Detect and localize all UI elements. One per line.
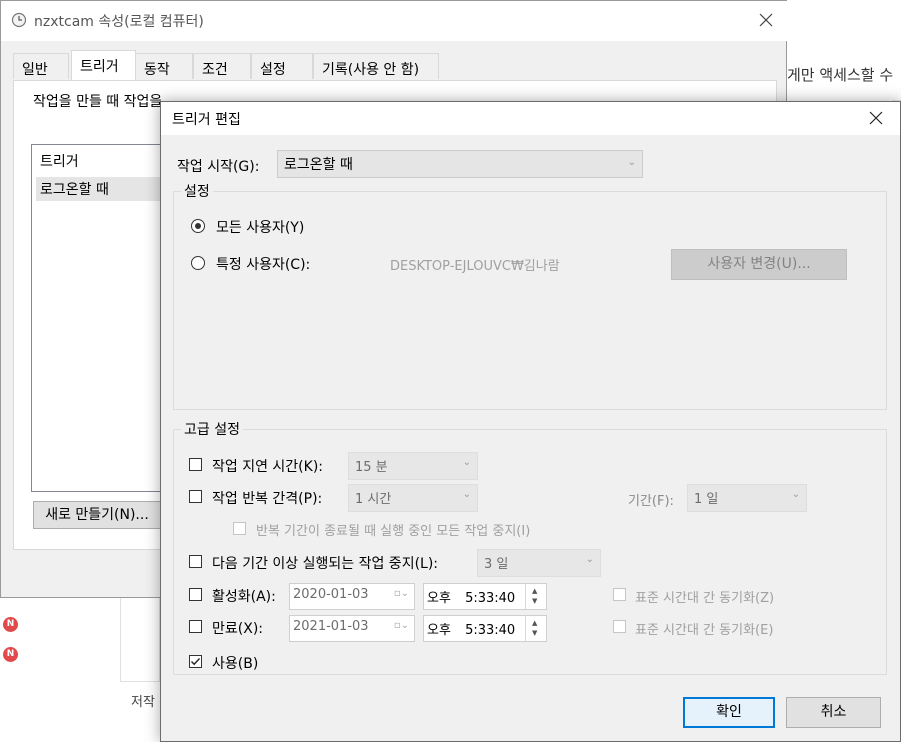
background-bottom-text: 저작 [131, 695, 155, 710]
chevron-down-icon: ⌄ [585, 554, 594, 565]
spin-down-icon: ▼ [532, 629, 538, 637]
stop-longer-value: 3 일 [484, 557, 509, 572]
ok-button[interactable]: 확인 [683, 697, 775, 728]
background-panel [120, 598, 160, 682]
triggers-description: 작업을 만들 때 작업을 트리거할 조건을 지정할 수 있습니다. [33, 94, 161, 110]
list-item[interactable]: 로그온할 때 [36, 177, 172, 201]
delay-value: 15 분 [355, 460, 388, 475]
any-user-label: 모든 사용자(Y) [216, 220, 305, 236]
edit-trigger-dialog: 트리거 편집 작업 시작(G): 로그온할 때 ⌄ 설정 모든 사용자(Y) 특… [160, 101, 901, 742]
close-icon[interactable] [758, 12, 774, 28]
expire-checkbox[interactable] [189, 620, 202, 633]
sync-expire-label: 표준 시간대 간 동기화(E) [635, 623, 774, 638]
advanced-group-label: 고급 설정 [181, 419, 243, 439]
duration-value: 1 일 [694, 492, 719, 507]
stop-running-label: 반복 기간이 종료될 때 실행 중인 모든 작업 중지(I) [256, 524, 531, 539]
clock-icon [11, 12, 27, 28]
trigger-list[interactable]: 트리거 로그온할 때 [31, 144, 177, 492]
activate-ampm: 오후 [427, 591, 451, 606]
activate-label: 활성화(A): [212, 589, 276, 605]
stop-longer-select[interactable]: 3 일 ⌄ [477, 549, 601, 577]
activate-date-value: 2020-01-03 [293, 587, 369, 602]
tab-settings[interactable]: 설정 [251, 53, 313, 79]
expire-ampm: 오후 [427, 623, 451, 638]
spin-up-icon: ▲ [532, 619, 538, 627]
repeat-checkbox[interactable] [189, 490, 202, 503]
activate-date-field[interactable]: 2020-01-03 ▫⌄ [289, 583, 415, 610]
sync-expire-checkbox[interactable] [613, 620, 626, 633]
activate-time-spinner[interactable]: ▲ ▼ [525, 584, 546, 609]
stop-running-checkbox[interactable] [233, 522, 246, 535]
sync-activate-label: 표준 시간대 간 동기화(Z) [635, 591, 775, 606]
repeat-select[interactable]: 1 시간 ⌄ [348, 484, 478, 512]
sync-activate-checkbox[interactable] [613, 588, 626, 601]
enabled-checkbox[interactable] [189, 655, 202, 668]
change-user-button[interactable]: 사용자 변경(U)... [671, 249, 847, 280]
delay-checkbox[interactable] [189, 458, 202, 471]
repeat-value: 1 시간 [355, 492, 392, 507]
expire-date-value: 2021-01-03 [293, 619, 369, 634]
tab-general[interactable]: 일반 [13, 53, 69, 79]
error-icon-2: N [3, 647, 18, 662]
expire-date-field[interactable]: 2021-01-03 ▫⌄ [289, 615, 415, 642]
background-right-text: 게만 액세스할 수 [787, 66, 894, 84]
specific-user-radio[interactable] [191, 256, 205, 270]
activate-time: 5:33:40 [465, 591, 516, 606]
any-user-radio[interactable] [191, 219, 205, 233]
settings-group-label: 설정 [181, 181, 213, 201]
expire-time: 5:33:40 [465, 623, 516, 638]
tab-actions[interactable]: 동작 [135, 53, 193, 79]
dialog-titlebar: 트리거 편집 [161, 102, 900, 135]
chevron-down-icon: ⌄ [627, 157, 636, 168]
error-icon-1: N [3, 617, 18, 632]
activate-time-field[interactable]: 오후 5:33:40 ▲ ▼ [423, 583, 547, 610]
properties-titlebar: nzxtcam 속성(로컬 컴퓨터) [1, 1, 788, 41]
expire-label: 만료(X): [212, 621, 263, 637]
chevron-down-icon: ⌄ [462, 489, 471, 500]
cancel-button[interactable]: 취소 [786, 697, 881, 728]
calendar-icon: ▫⌄ [393, 620, 409, 631]
delay-label: 작업 지연 시간(K): [212, 459, 324, 475]
calendar-icon: ▫⌄ [393, 588, 409, 599]
activate-checkbox[interactable] [189, 588, 202, 601]
begin-task-label: 작업 시작(G): [177, 159, 260, 175]
spin-up-icon: ▲ [532, 587, 538, 595]
chevron-down-icon: ⌄ [791, 489, 800, 500]
specific-user-value: DESKTOP-EJLOUVC₩김나람 [390, 259, 560, 274]
duration-label: 기간(F): [628, 494, 674, 509]
duration-select[interactable]: 1 일 ⌄ [687, 484, 807, 512]
expire-time-spinner[interactable]: ▲ ▼ [525, 616, 546, 641]
enabled-label: 사용(B) [212, 656, 259, 672]
properties-title: nzxtcam 속성(로컬 컴퓨터) [34, 14, 204, 30]
specific-user-label: 특정 사용자(C): [216, 257, 311, 273]
delay-select[interactable]: 15 분 ⌄ [348, 452, 478, 480]
chevron-down-icon: ⌄ [462, 457, 471, 468]
list-header: 트리거 [40, 154, 79, 170]
spin-down-icon: ▼ [532, 597, 538, 605]
tab-conditions[interactable]: 조건 [193, 53, 251, 79]
tab-triggers[interactable]: 트리거 [71, 50, 136, 80]
tab-history[interactable]: 기록(사용 안 함) [313, 53, 439, 79]
new-trigger-button[interactable]: 새로 만들기(N)... [33, 501, 161, 529]
close-icon[interactable] [869, 111, 883, 125]
begin-task-select[interactable]: 로그온할 때 ⌄ [277, 150, 643, 178]
dialog-title: 트리거 편집 [172, 112, 241, 128]
begin-task-value: 로그온할 때 [284, 157, 353, 173]
expire-time-field[interactable]: 오후 5:33:40 ▲ ▼ [423, 615, 547, 642]
stop-longer-checkbox[interactable] [189, 555, 202, 568]
stop-longer-label: 다음 기간 이상 실행되는 작업 중지(L): [212, 556, 439, 572]
repeat-label: 작업 반복 간격(P): [212, 491, 323, 507]
